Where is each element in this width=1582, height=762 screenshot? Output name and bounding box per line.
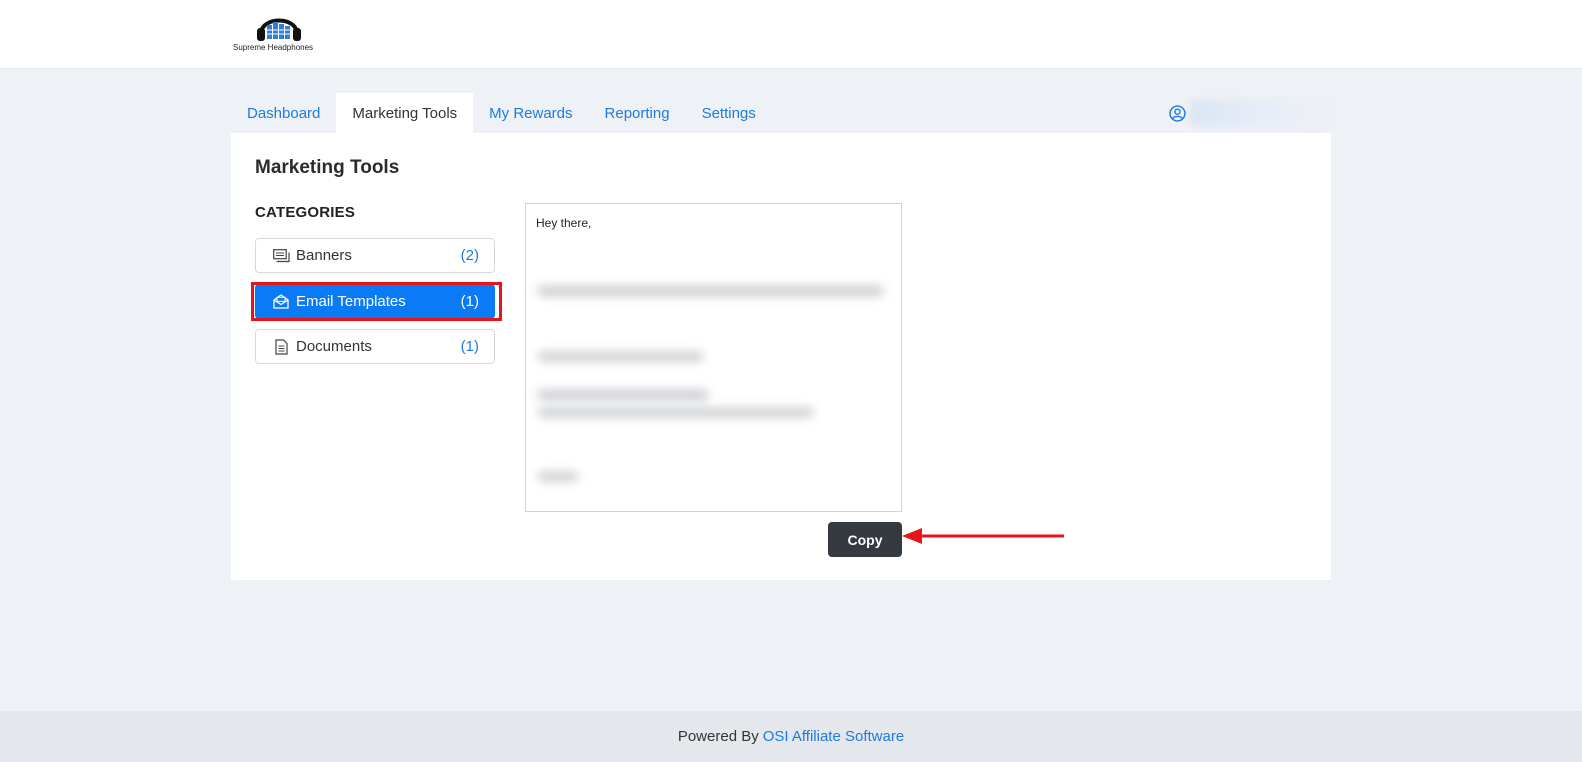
main-nav-tabs: Dashboard Marketing Tools My Rewards Rep… [231,93,772,133]
footer: Powered By OSI Affiliate Software [0,711,1582,762]
arrow-annotation-icon [902,528,1064,544]
category-documents[interactable]: Documents (1) [255,329,495,364]
tab-my-rewards[interactable]: My Rewards [473,93,588,133]
template-greeting: Hey there, [536,216,592,230]
footer-link[interactable]: OSI Affiliate Software [763,728,904,745]
redacted-text [538,390,708,400]
category-label: Banners [296,247,352,264]
category-count: (1) [460,293,479,310]
account-name-redacted [1190,100,1330,126]
email-open-icon [272,294,290,310]
page-title: Marketing Tools [255,157,400,178]
banners-icon [272,248,290,264]
top-bar: Supreme Headphones [0,0,1582,69]
redacted-text [538,352,703,361]
categories-heading: CATEGORIES [255,204,356,221]
marketing-tools-card: Marketing Tools CATEGORIES Banners (2) E… [231,133,1331,580]
headphones-logo-icon [257,18,301,41]
category-email-templates[interactable]: Email Templates (1) [255,284,495,319]
category-banners[interactable]: Banners (2) [255,238,495,273]
brand-logo-text: Supreme Headphones [233,43,314,52]
user-circle-icon [1169,104,1186,122]
category-count: (2) [460,247,479,264]
tab-reporting[interactable]: Reporting [589,93,686,133]
tab-marketing-tools[interactable]: Marketing Tools [336,93,474,133]
copy-button[interactable]: Copy [828,522,902,557]
account-menu[interactable] [1169,100,1330,126]
brand-logo[interactable]: Supreme Headphones [233,12,325,56]
category-label: Documents [296,338,372,355]
footer-prefix: Powered By [677,728,759,745]
category-label: Email Templates [296,293,406,310]
email-template-preview[interactable]: Hey there, [525,203,902,512]
redacted-text [538,286,883,296]
category-count: (1) [460,338,479,355]
tab-dashboard[interactable]: Dashboard [231,93,336,133]
tab-settings[interactable]: Settings [686,93,772,133]
redacted-text [538,408,813,417]
redacted-text [538,472,578,481]
document-icon [272,338,290,355]
